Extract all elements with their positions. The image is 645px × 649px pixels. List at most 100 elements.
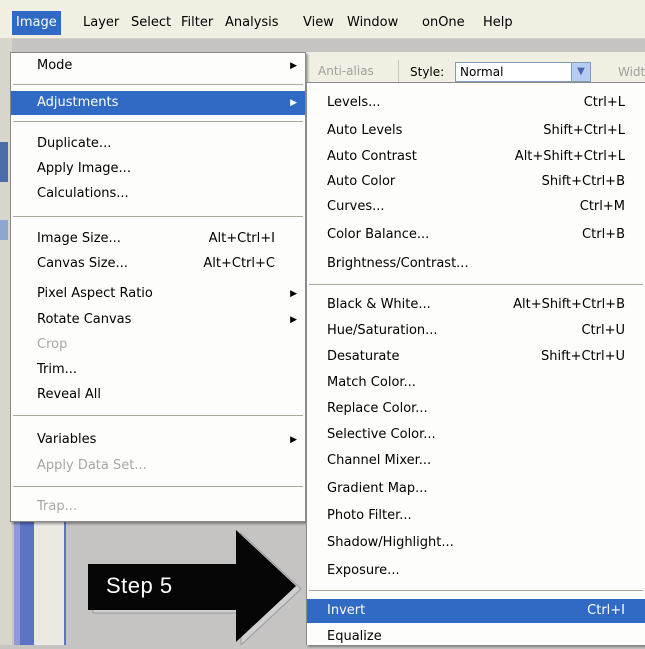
menu-item-label: Apply Image... bbox=[37, 161, 131, 176]
menu-item-label: Shadow/Highlight... bbox=[327, 535, 454, 550]
menu-item-match-color[interactable]: Match Color... bbox=[307, 371, 645, 395]
menu-item-shortcut: Alt+Ctrl+I bbox=[208, 231, 275, 246]
menu-separator bbox=[309, 590, 643, 591]
menu-image[interactable]: Image bbox=[12, 11, 61, 35]
menu-select[interactable]: Select bbox=[131, 13, 171, 33]
anti-alias-checkbox[interactable]: Anti-alias bbox=[318, 64, 374, 78]
panel-accent bbox=[0, 142, 8, 182]
menu-item-apply-data-set: Apply Data Set... bbox=[11, 454, 305, 478]
menu-window[interactable]: Window bbox=[347, 13, 398, 33]
menu-item-shadow-highlight[interactable]: Shadow/Highlight... bbox=[307, 531, 645, 555]
menu-item-label: Pixel Aspect Ratio bbox=[37, 286, 153, 301]
menu-item-brightness-contrast[interactable]: Brightness/Contrast... bbox=[307, 252, 645, 276]
submenu-arrow-icon: ▶ bbox=[290, 61, 297, 71]
menu-layer[interactable]: Layer bbox=[83, 13, 119, 33]
menu-item-label: Canvas Size... bbox=[37, 256, 128, 271]
menu-item-label: Auto Levels bbox=[327, 123, 403, 138]
menu-item-image-size[interactable]: Image Size... Alt+Ctrl+I bbox=[11, 227, 305, 251]
chevron-down-icon[interactable]: ▼ bbox=[571, 63, 590, 81]
image-menu: Mode ▶ Adjustments ▶ Duplicate... Apply … bbox=[10, 52, 306, 522]
menu-item-channel-mixer[interactable]: Channel Mixer... bbox=[307, 449, 645, 473]
menu-item-equalize[interactable]: Equalize bbox=[307, 625, 645, 649]
submenu-arrow-icon: ▶ bbox=[290, 289, 297, 299]
style-select[interactable]: Normal ▼ bbox=[455, 62, 591, 82]
menu-item-label: Rotate Canvas bbox=[37, 312, 132, 327]
menu-item-mode[interactable]: Mode ▶ bbox=[11, 54, 305, 78]
menu-item-pixel-aspect-ratio[interactable]: Pixel Aspect Ratio ▶ bbox=[11, 282, 305, 306]
menu-item-shortcut: Ctrl+U bbox=[581, 323, 625, 338]
menu-item-rotate-canvas[interactable]: Rotate Canvas ▶ bbox=[11, 308, 305, 332]
menu-item-auto-color[interactable]: Auto Color Shift+Ctrl+B bbox=[307, 170, 645, 194]
menu-separator bbox=[13, 486, 303, 487]
width-label: Widt bbox=[618, 65, 645, 79]
menu-item-exposure[interactable]: Exposure... bbox=[307, 559, 645, 583]
menu-analysis[interactable]: Analysis bbox=[225, 13, 279, 33]
menu-item-replace-color[interactable]: Replace Color... bbox=[307, 397, 645, 421]
menu-item-label: Color Balance... bbox=[327, 227, 430, 242]
menu-item-apply-image[interactable]: Apply Image... bbox=[11, 157, 305, 181]
menu-item-label: Curves... bbox=[327, 199, 385, 214]
menu-item-label: Trim... bbox=[37, 362, 78, 377]
menu-item-label: Replace Color... bbox=[327, 401, 428, 416]
style-label: Style: bbox=[410, 65, 445, 79]
menu-bar: Image Layer Select Filter Analysis View … bbox=[0, 0, 645, 39]
menu-separator bbox=[309, 284, 643, 285]
menu-item-levels[interactable]: Levels... Ctrl+L bbox=[307, 91, 645, 115]
menu-help[interactable]: Help bbox=[483, 13, 513, 33]
menu-item-auto-contrast[interactable]: Auto Contrast Alt+Shift+Ctrl+L bbox=[307, 145, 645, 169]
menu-filter[interactable]: Filter bbox=[181, 13, 213, 33]
menu-item-shortcut: Shift+Ctrl+L bbox=[543, 123, 625, 138]
menu-item-label: Image Size... bbox=[37, 231, 121, 246]
menu-item-invert[interactable]: Invert Ctrl+I bbox=[307, 599, 645, 623]
menu-separator bbox=[13, 216, 303, 217]
menu-item-label: Apply Data Set... bbox=[37, 458, 147, 473]
menu-item-label: Match Color... bbox=[327, 375, 416, 390]
menu-item-calculations[interactable]: Calculations... bbox=[11, 182, 305, 206]
menu-item-reveal-all[interactable]: Reveal All bbox=[11, 383, 305, 407]
menu-separator bbox=[13, 121, 303, 122]
menu-item-variables[interactable]: Variables ▶ bbox=[11, 428, 305, 452]
menu-item-label: Hue/Saturation... bbox=[327, 323, 438, 338]
menu-item-curves[interactable]: Curves... Ctrl+M bbox=[307, 195, 645, 219]
menu-item-label: Mode bbox=[37, 58, 73, 73]
adjustments-submenu: Levels... Ctrl+L Auto Levels Shift+Ctrl+… bbox=[306, 82, 645, 645]
menu-item-label: Black & White... bbox=[327, 297, 431, 312]
menu-item-label: Auto Color bbox=[327, 174, 396, 189]
menu-item-color-balance[interactable]: Color Balance... Ctrl+B bbox=[307, 223, 645, 247]
menu-item-gradient-map[interactable]: Gradient Map... bbox=[307, 477, 645, 501]
menu-item-shortcut: Alt+Shift+Ctrl+L bbox=[514, 149, 625, 164]
menu-item-label: Crop bbox=[37, 337, 68, 352]
menu-item-shortcut: Ctrl+I bbox=[587, 603, 625, 618]
menu-item-label: Channel Mixer... bbox=[327, 453, 432, 468]
menu-view[interactable]: View bbox=[303, 13, 334, 33]
menu-item-shortcut: Ctrl+B bbox=[582, 227, 625, 242]
menu-item-adjustments[interactable]: Adjustments ▶ bbox=[11, 91, 305, 115]
menu-item-photo-filter[interactable]: Photo Filter... bbox=[307, 504, 645, 528]
document-canvas bbox=[34, 520, 64, 645]
submenu-arrow-icon: ▶ bbox=[290, 98, 297, 108]
menu-item-black-white[interactable]: Black & White... Alt+Shift+Ctrl+B bbox=[307, 293, 645, 317]
menu-item-label: Duplicate... bbox=[37, 136, 112, 151]
menu-item-trim[interactable]: Trim... bbox=[11, 358, 305, 382]
menu-item-label: Adjustments bbox=[37, 95, 119, 110]
menu-item-shortcut: Ctrl+L bbox=[583, 95, 625, 110]
menu-item-shortcut: Alt+Ctrl+C bbox=[203, 256, 275, 271]
menu-item-shortcut: Ctrl+M bbox=[579, 199, 625, 214]
panel-accent-light bbox=[0, 220, 8, 240]
menu-item-label: Calculations... bbox=[37, 186, 129, 201]
menu-item-desaturate[interactable]: Desaturate Shift+Ctrl+U bbox=[307, 345, 645, 369]
menu-onone[interactable]: onOne bbox=[422, 13, 465, 33]
menu-item-selective-color[interactable]: Selective Color... bbox=[307, 423, 645, 447]
menu-item-label: Trap... bbox=[37, 499, 77, 514]
menu-item-trap: Trap... bbox=[11, 495, 305, 519]
document-window-edge bbox=[14, 520, 66, 645]
menu-item-hue-saturation[interactable]: Hue/Saturation... Ctrl+U bbox=[307, 319, 645, 343]
menu-item-label: Desaturate bbox=[327, 349, 400, 364]
menu-item-label: Reveal All bbox=[37, 387, 101, 402]
menu-item-duplicate[interactable]: Duplicate... bbox=[11, 132, 305, 156]
menu-item-label: Selective Color... bbox=[327, 427, 436, 442]
menu-item-label: Levels... bbox=[327, 95, 381, 110]
menu-item-canvas-size[interactable]: Canvas Size... Alt+Ctrl+C bbox=[11, 252, 305, 276]
menu-item-label: Gradient Map... bbox=[327, 481, 428, 496]
menu-item-auto-levels[interactable]: Auto Levels Shift+Ctrl+L bbox=[307, 119, 645, 143]
